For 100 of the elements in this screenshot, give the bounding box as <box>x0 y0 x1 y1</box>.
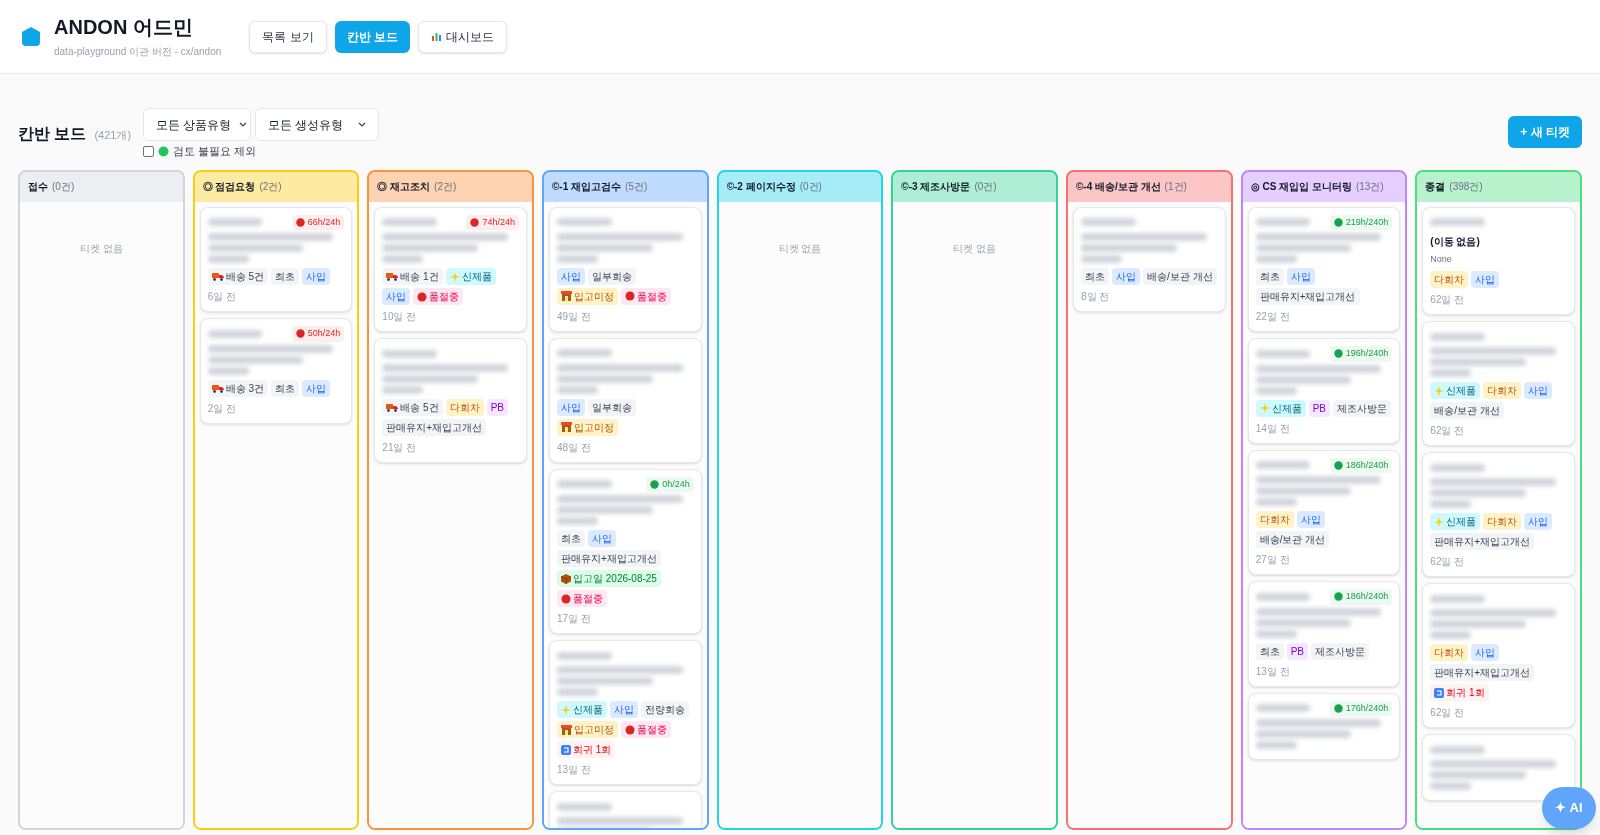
ticket-age: 2일 전 <box>207 401 237 416</box>
ticket-card[interactable]: 74h/24h 배송 1건 신제품 사입 품절중 10일 전 <box>374 206 527 332</box>
tag: 제조사방문 <box>1333 399 1391 417</box>
store-icon <box>561 291 572 301</box>
tag: 사입 <box>302 268 330 285</box>
tag: 최초 <box>557 530 585 547</box>
blurred-text <box>1430 745 1485 754</box>
tag: 신제품 <box>1255 399 1306 417</box>
tag: 신제품 <box>445 268 496 285</box>
ticket-card[interactable]: 최초 사입 배송/보관 개선 8일 전 <box>1073 206 1226 312</box>
dot-icon <box>158 145 170 157</box>
sla-badge: 186h/240h <box>1329 457 1393 473</box>
tag: 신제품 <box>1430 513 1481 530</box>
ticket-age: 14일 전 <box>1255 421 1291 436</box>
nav-tab[interactable]: 목록 보기 <box>249 20 327 53</box>
ticket-card[interactable]: 신제품 다회차 사입 배송/보관 개선 62일 전 <box>1422 321 1575 446</box>
sla-badge: 196h/240h <box>1329 346 1393 362</box>
truck-icon <box>386 272 399 281</box>
tag: 최초 <box>1255 642 1284 660</box>
blurred-text <box>1255 629 1297 638</box>
tag: 판매유지+재입고개선 <box>382 419 487 436</box>
checkbox-label[interactable]: 검토 불필요 제외 <box>173 143 257 160</box>
blurred-text <box>1430 332 1485 341</box>
blurred-text <box>557 480 612 489</box>
column-title: 접수 <box>28 180 48 194</box>
tag: 품절중 <box>621 721 671 738</box>
blurred-text <box>557 349 612 357</box>
column-count: (0건) <box>799 180 822 194</box>
tag: 판매유지+재입고개선 <box>1255 288 1360 305</box>
tag: 사입 <box>557 398 585 416</box>
tag: 사입 <box>1471 644 1500 661</box>
blurred-text <box>207 255 249 263</box>
column-count: (0건) <box>52 180 75 194</box>
ticket-age: 62일 전 <box>1430 293 1466 307</box>
tag: 판매유지+재입고개선 <box>557 550 661 567</box>
filter-dropdown[interactable]: 모든 생성유형 <box>255 108 380 141</box>
return-arrow-icon <box>1434 687 1445 698</box>
ticket-card[interactable]: 196h/240h 신제품 PB 제조사방문 14일 전 <box>1247 338 1401 444</box>
tag: 배송 5건 <box>382 399 443 416</box>
dot-icon <box>625 724 635 735</box>
ticket-card[interactable]: 신제품 사입 전량회송 입고미정 품절중 회귀 1회 13일 전 <box>549 640 702 785</box>
tag: 다회차 <box>1483 382 1522 399</box>
sla-badge: 176h/240h <box>1329 700 1393 716</box>
checkbox[interactable] <box>143 145 155 157</box>
tag: 판매유지+재입고개선 <box>1430 533 1535 550</box>
sla-badge: 66h/24h <box>291 214 345 230</box>
tag: 최초 <box>1081 267 1109 285</box>
blurred-text <box>1255 386 1297 395</box>
logo-icon <box>20 25 42 48</box>
tag: 다회차 <box>1255 511 1294 528</box>
ticket-card[interactable]: 186h/240h 다회차 사입 배송/보관 개선 27일 전 <box>1247 449 1401 575</box>
nav-tab[interactable]: 대시보드 <box>418 20 507 53</box>
sparkle-icon <box>449 271 460 282</box>
tag: 사입 <box>610 701 638 718</box>
truck-icon <box>211 272 224 281</box>
blurred-text <box>207 329 263 338</box>
tag: 일부회송 <box>588 398 636 416</box>
ticket-card[interactable]: 사입 일부회송 입고미정 품절중 49일 전 <box>549 206 702 332</box>
tag: 사입 <box>302 379 330 397</box>
tag: 최초 <box>271 268 299 285</box>
tag: 입고일 2026-08-25 <box>557 570 661 587</box>
tag: 입고미정 <box>557 287 618 305</box>
ticket-age: 17일 전 <box>557 612 592 626</box>
board-title: 칸반 보드 <box>18 124 87 144</box>
chevron-down-icon <box>358 122 367 127</box>
filter-dropdown[interactable]: 모든 상품유형 <box>143 108 252 141</box>
tag: 최초 <box>271 379 299 397</box>
blurred-text <box>557 517 598 525</box>
blurred-text <box>382 349 437 358</box>
blurred-text <box>1430 631 1472 639</box>
ticket-card[interactable]: 186h/240h 최초 PB 제조사방문 13일 전 <box>1247 581 1401 687</box>
tag: 다회차 <box>1430 644 1469 661</box>
tag: PB <box>1286 642 1308 660</box>
ticket-age: 21일 전 <box>382 441 418 455</box>
ticket-card[interactable]: 배송 5건 다회차 PB 판매유지+재입고개선 21일 전 <box>374 338 527 463</box>
ticket-card[interactable]: 66h/24h 배송 5건 최초 사입 6일 전 <box>199 206 353 312</box>
tag: 신제품 <box>557 701 607 718</box>
tag: 사입 <box>1471 271 1500 288</box>
blurred-text <box>1081 254 1122 263</box>
blurred-text <box>207 218 263 227</box>
ticket-subtitle: None <box>1430 252 1453 266</box>
ticket-title: (이동 없음) <box>1430 234 1481 249</box>
tag: 배송 1건 <box>382 268 443 285</box>
tag: 품절중 <box>621 287 671 305</box>
ticket-card[interactable]: 사입 일부회송 입고미정 48일 전 <box>549 337 702 463</box>
ticket-card[interactable] <box>1422 734 1575 801</box>
ticket-card[interactable]: 50h/24h 배송 3건 최초 사입 2일 전 <box>199 318 353 424</box>
ticket-card[interactable]: 219h/240h 최초 사입 판매유지+재입고개선 22일 전 <box>1247 206 1401 332</box>
ticket-age: 27일 전 <box>1255 553 1291 567</box>
ticket-card[interactable]: 다회차 사입 판매유지+재입고개선 회귀 1회 62일 전 <box>1422 583 1575 728</box>
ticket-card[interactable]: 신제품 다회차 사입 판매유지+재입고개선 62일 전 <box>1422 452 1575 577</box>
tag: 입고미정 <box>557 418 618 436</box>
ticket-card[interactable]: 0h/24h 최초 사입 판매유지+재입고개선 입고일 2026-08-25 품절중 17일 전 <box>549 468 702 634</box>
tag: 회귀 1회 <box>557 741 616 758</box>
tag: 다회차 <box>1430 271 1469 288</box>
column-count: (5건) <box>625 180 648 194</box>
ticket-card[interactable]: (이동 없음) None 다회차 사입 62일 전 <box>1422 206 1575 315</box>
ticket-age: 13일 전 <box>557 763 592 777</box>
store-icon <box>561 422 572 432</box>
blurred-text <box>557 651 612 660</box>
